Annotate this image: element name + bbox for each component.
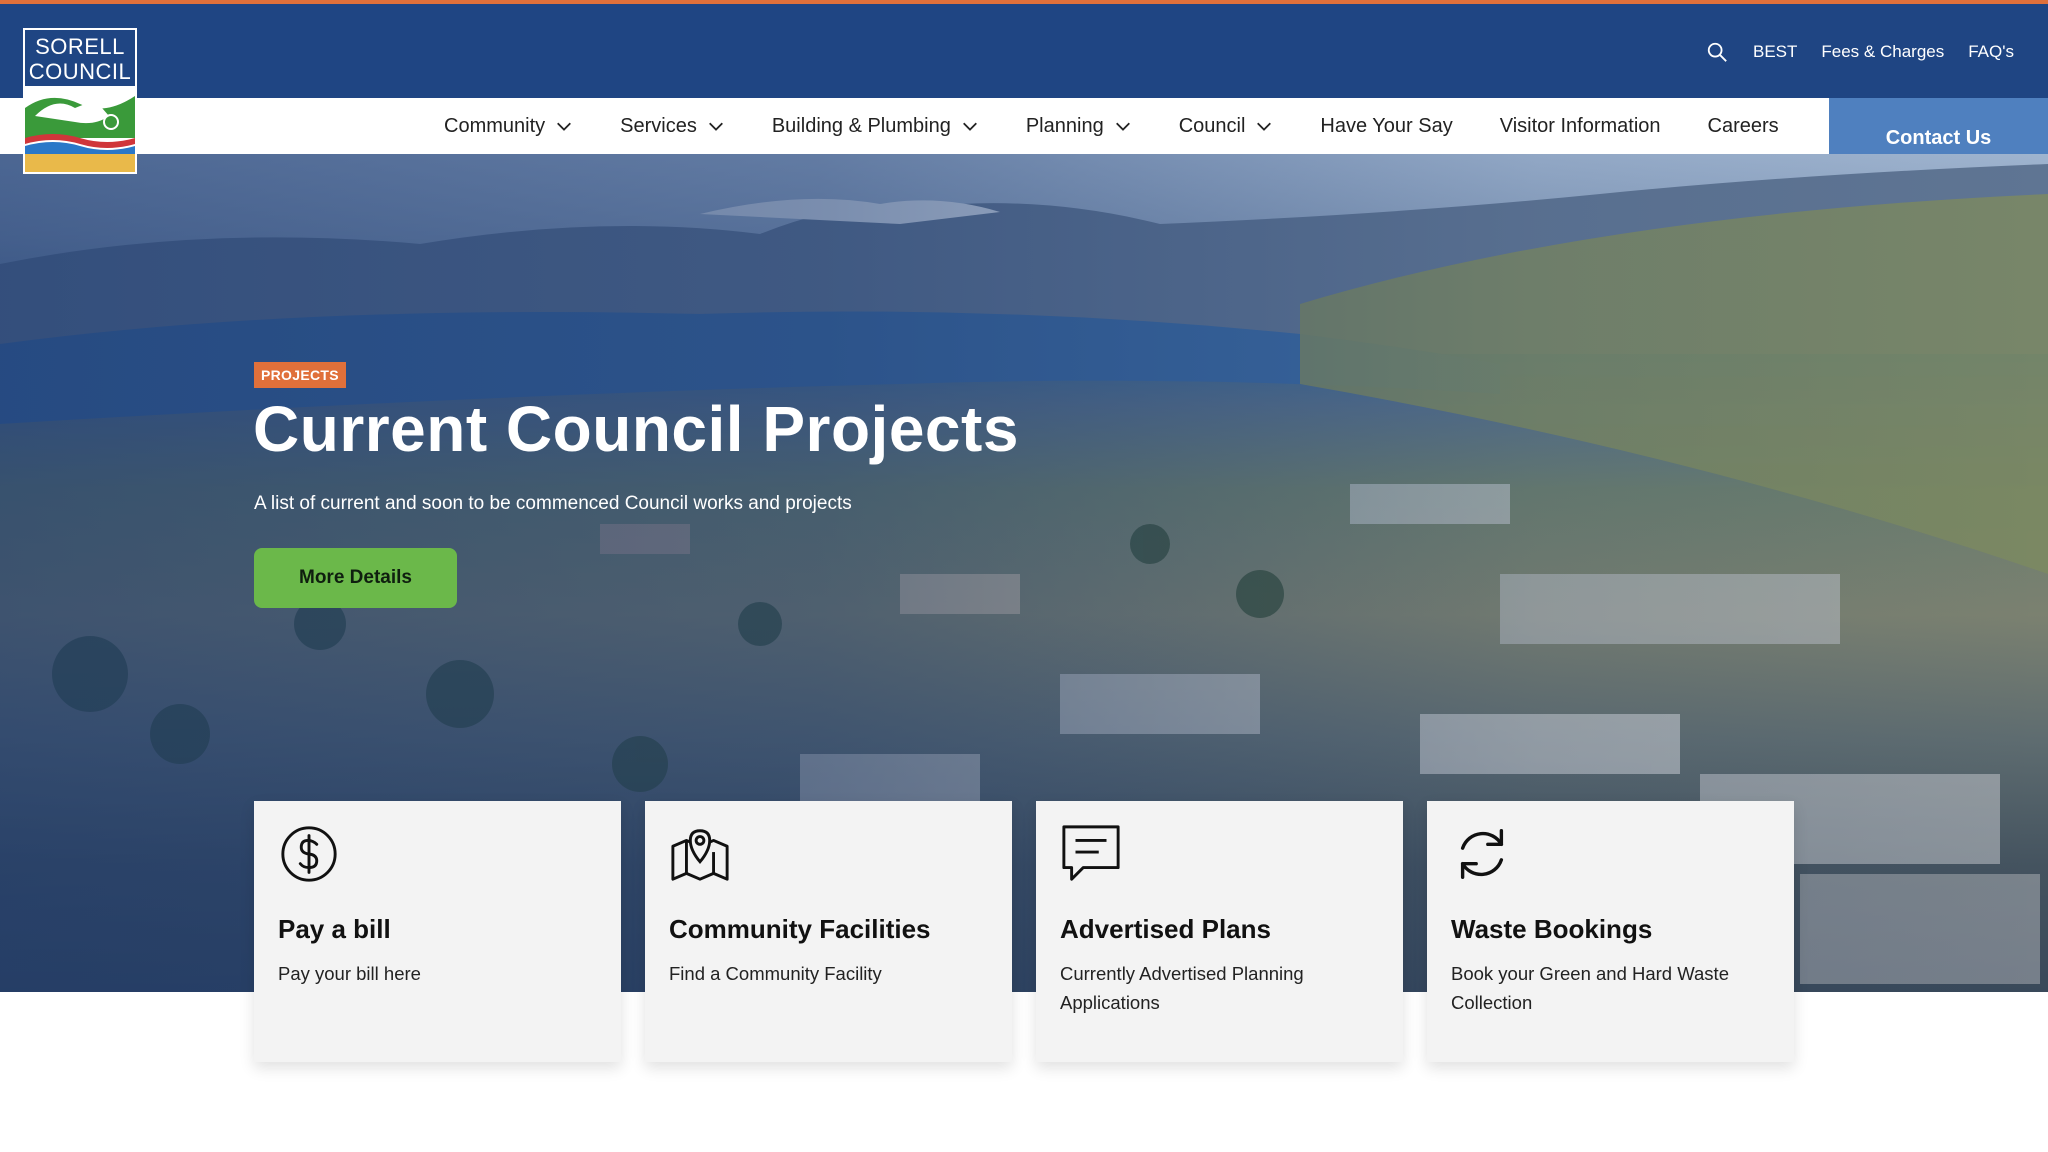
chevron-down-icon — [962, 122, 977, 131]
nav-services[interactable]: Services — [620, 115, 725, 138]
card-text: Book your Green and Hard Waste Collectio… — [1451, 963, 1729, 1013]
nav-visitor-information[interactable]: Visitor Information — [1500, 115, 1661, 138]
quick-links: Pay a bill Pay your bill here Community … — [254, 801, 1794, 1062]
hero-title: Current Council Projects — [253, 393, 1019, 465]
logo-emblem — [25, 86, 135, 172]
main-nav-bar: Community Services Building & Plumbing P… — [0, 98, 1829, 155]
utility-link-best[interactable]: BEST — [1753, 42, 1797, 62]
nav-community[interactable]: Community — [444, 115, 573, 138]
card-title: Advertised Plans — [1060, 914, 1271, 944]
card-advertised-plans[interactable]: Advertised Plans Currently Advertised Pl… — [1036, 801, 1403, 1062]
search-icon[interactable] — [1705, 40, 1729, 64]
nav-building-plumbing[interactable]: Building & Plumbing — [772, 115, 979, 138]
top-bar: BEST Fees & Charges FAQ's — [0, 4, 2048, 98]
logo-name: SORELL COUNCIL — [25, 30, 135, 86]
chevron-down-icon — [557, 122, 572, 131]
utility-links: BEST Fees & Charges FAQ's — [1705, 40, 2014, 64]
nav-careers[interactable]: Careers — [1708, 115, 1779, 138]
card-text: Find a Community Facility — [669, 963, 882, 984]
utility-link-fees[interactable]: Fees & Charges — [1821, 42, 1944, 62]
utility-link-faqs[interactable]: FAQ's — [1968, 42, 2014, 62]
nav-council[interactable]: Council — [1179, 115, 1274, 138]
map-icon — [671, 829, 729, 881]
card-community-facilities[interactable]: Community Facilities Find a Community Fa… — [645, 801, 1012, 1062]
sorell-council-logo[interactable]: SORELL COUNCIL — [23, 28, 137, 174]
more-details-button[interactable]: More Details — [254, 548, 457, 608]
card-title: Community Facilities — [669, 914, 931, 944]
nav-planning[interactable]: Planning — [1026, 115, 1132, 138]
chevron-down-icon — [708, 122, 723, 131]
card-text: Currently Advertised Planning Applicatio… — [1060, 963, 1304, 1013]
chevron-down-icon — [1115, 122, 1130, 131]
card-title: Waste Bookings — [1451, 914, 1653, 944]
card-pay-a-bill[interactable]: Pay a bill Pay your bill here — [254, 801, 621, 1062]
chat-icon — [1062, 825, 1120, 881]
main-nav: Community Services Building & Plumbing P… — [444, 98, 1779, 154]
card-text: Pay your bill here — [278, 963, 421, 984]
dollar-icon — [281, 826, 337, 882]
projects-badge: PROJECTS — [254, 362, 346, 388]
refresh-icon — [1460, 829, 1504, 879]
chevron-down-icon — [1257, 122, 1272, 131]
card-waste-bookings[interactable]: Waste Bookings Book your Green and Hard … — [1427, 801, 1794, 1062]
nav-have-your-say[interactable]: Have Your Say — [1320, 115, 1452, 138]
hero-subtitle: A list of current and soon to be commenc… — [254, 493, 852, 514]
card-title: Pay a bill — [278, 914, 391, 944]
